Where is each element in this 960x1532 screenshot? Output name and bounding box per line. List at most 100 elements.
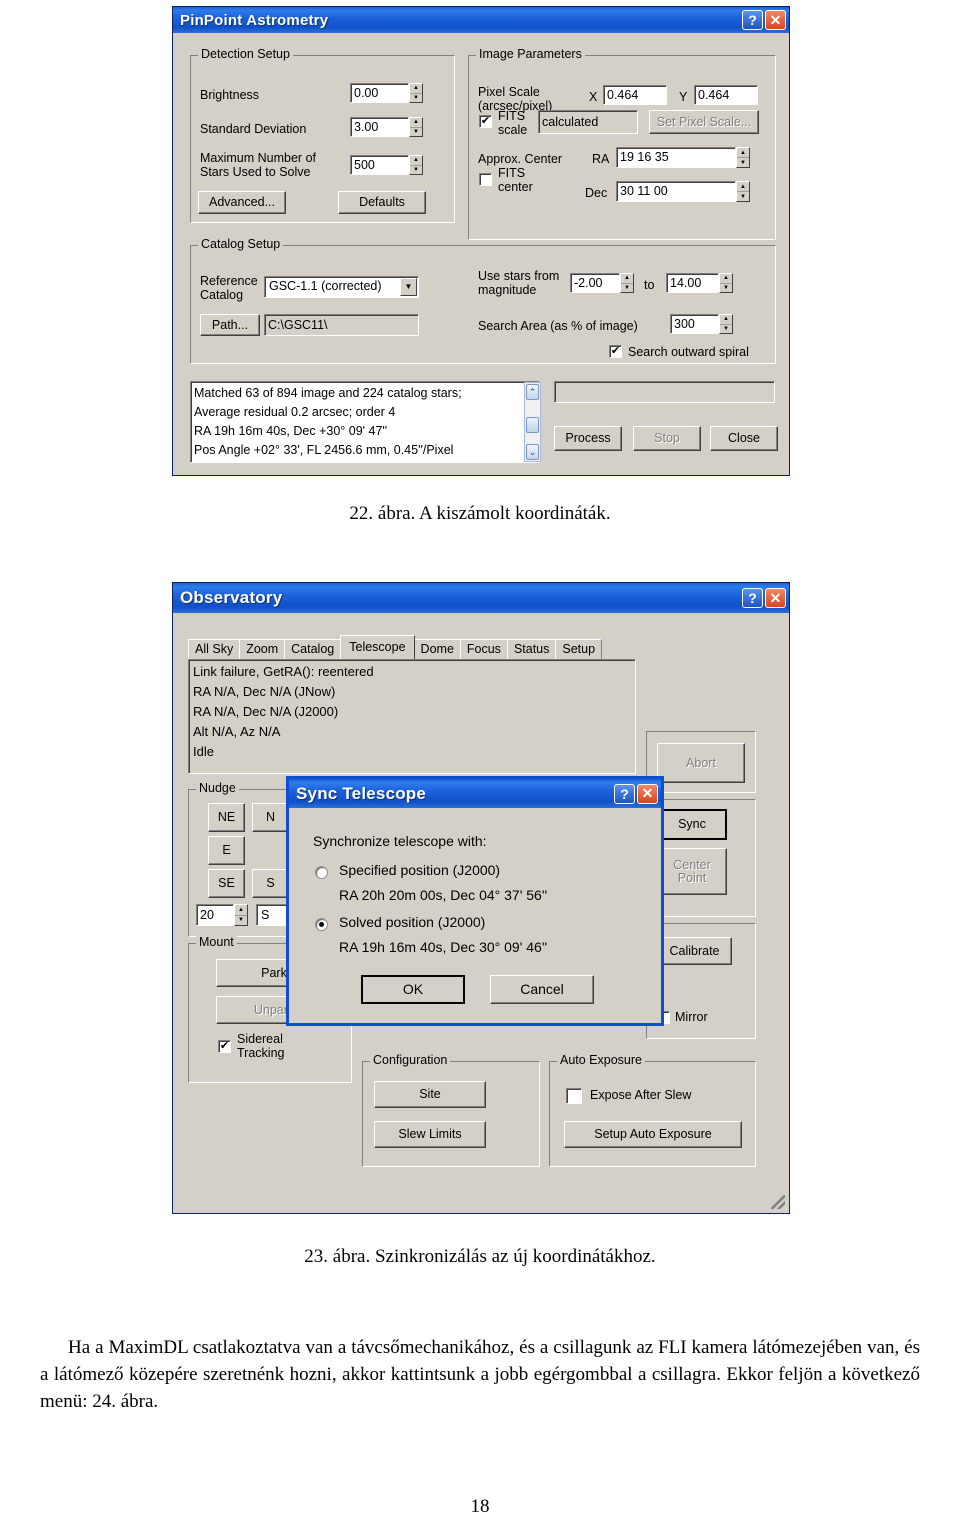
path-button[interactable]: Path... bbox=[200, 314, 260, 336]
search-area-spinner[interactable]: ▲ ▼ bbox=[719, 314, 733, 334]
scroll-up-icon[interactable]: ⌃ bbox=[526, 384, 539, 400]
chevron-down-icon[interactable]: ▼ bbox=[400, 278, 417, 296]
brightness-spinner[interactable]: ▲ ▼ bbox=[409, 83, 423, 103]
magnitude-to-spinner[interactable]: ▲ ▼ bbox=[719, 273, 733, 293]
close-button[interactable]: Close bbox=[710, 426, 778, 451]
spinner-down-icon[interactable]: ▼ bbox=[621, 284, 633, 293]
close-icon[interactable]: ✕ bbox=[637, 783, 658, 804]
sync-telescope-titlebar[interactable]: Sync Telescope ? ✕ bbox=[289, 779, 661, 808]
help-icon[interactable]: ? bbox=[614, 783, 635, 804]
max-stars-input[interactable]: 500 bbox=[350, 155, 409, 175]
help-icon[interactable]: ? bbox=[742, 10, 763, 30]
result-line: Pos Angle +02° 33', FL 2456.6 mm, 0.45''… bbox=[194, 443, 454, 457]
spinner-up-icon[interactable]: ▲ bbox=[410, 156, 422, 166]
spinner-down-icon[interactable]: ▼ bbox=[720, 284, 732, 293]
spinner-down-icon[interactable]: ▼ bbox=[720, 325, 732, 334]
tab-setup[interactable]: Setup bbox=[555, 639, 603, 659]
results-listbox[interactable]: Matched 63 of 894 image and 224 catalog … bbox=[190, 381, 540, 463]
abort-button[interactable]: Abort bbox=[657, 743, 745, 783]
tab-zoom[interactable]: Zoom bbox=[239, 639, 286, 659]
nudge-s-button[interactable]: S bbox=[252, 869, 289, 898]
spinner-down-icon[interactable]: ▼ bbox=[410, 166, 422, 175]
ra-input[interactable]: 19 16 35 bbox=[616, 147, 736, 168]
standard-deviation-spinner[interactable]: ▲ ▼ bbox=[409, 117, 423, 137]
sidereal-tracking-checkbox[interactable]: ✔ bbox=[218, 1040, 231, 1053]
scrollbar-thumb[interactable] bbox=[526, 417, 539, 433]
reference-catalog-select[interactable]: GSC-1.1 (corrected) ▼ bbox=[264, 276, 419, 298]
spinner-up-icon[interactable]: ▲ bbox=[410, 118, 422, 128]
ok-button[interactable]: OK bbox=[361, 975, 465, 1004]
close-icon[interactable]: ✕ bbox=[765, 588, 786, 608]
nudge-se-button[interactable]: SE bbox=[208, 869, 245, 898]
spinner-down-icon[interactable]: ▼ bbox=[410, 94, 422, 103]
help-icon[interactable]: ? bbox=[742, 588, 763, 608]
tab-catalog[interactable]: Catalog bbox=[284, 639, 342, 659]
specified-position-radio[interactable] bbox=[315, 866, 328, 879]
center-point-button[interactable]: Center Point bbox=[657, 848, 727, 895]
tab-telescope[interactable]: Telescope bbox=[340, 635, 415, 659]
observatory-titlebar[interactable]: Observatory ? ✕ bbox=[173, 583, 789, 613]
spinner-up-icon[interactable]: ▲ bbox=[621, 274, 633, 284]
search-area-input[interactable]: 300 bbox=[670, 314, 719, 334]
result-line: RA 19h 16m 40s, Dec +30° 09' 47'' bbox=[194, 424, 388, 438]
dec-label: Dec bbox=[585, 186, 608, 200]
nudge-ne-button[interactable]: NE bbox=[208, 803, 245, 832]
cancel-button[interactable]: Cancel bbox=[490, 975, 594, 1004]
nudge-n-button[interactable]: N bbox=[252, 803, 289, 832]
figure-caption-22: 22. ábra. A kiszámolt koordináták. bbox=[349, 503, 611, 524]
telescope-status-list[interactable]: Link failure, GetRA(): reentered RA N/A,… bbox=[188, 659, 636, 774]
calibrate-button[interactable]: Calibrate bbox=[657, 937, 732, 965]
close-icon[interactable]: ✕ bbox=[765, 10, 786, 30]
magnitude-from-spinner[interactable]: ▲ ▼ bbox=[620, 273, 634, 293]
site-button[interactable]: Site bbox=[374, 1081, 486, 1108]
sync-button[interactable]: Sync bbox=[657, 809, 727, 840]
max-stars-spinner[interactable]: ▲ ▼ bbox=[409, 155, 423, 175]
magnitude-from-input[interactable]: -2.00 bbox=[570, 273, 620, 293]
fits-center-checkbox[interactable] bbox=[479, 173, 492, 186]
brightness-label: Brightness bbox=[200, 88, 260, 102]
nudge-e-button[interactable]: E bbox=[208, 836, 245, 865]
scroll-down-icon[interactable]: ⌄ bbox=[526, 444, 539, 460]
resize-grip[interactable] bbox=[771, 1195, 785, 1209]
dec-spinner[interactable]: ▲ ▼ bbox=[736, 181, 750, 202]
spinner-up-icon[interactable]: ▲ bbox=[235, 905, 247, 916]
brightness-input[interactable]: 0.00 bbox=[350, 83, 409, 103]
status-line: RA N/A, Dec N/A (JNow) bbox=[193, 684, 336, 699]
spinner-down-icon[interactable]: ▼ bbox=[410, 128, 422, 137]
spinner-up-icon[interactable]: ▲ bbox=[410, 84, 422, 94]
expose-after-slew-checkbox[interactable] bbox=[566, 1088, 582, 1104]
results-scrollbar[interactable]: ⌃ ⌄ bbox=[524, 382, 541, 462]
pixel-scale-y-input[interactable]: 0.464 bbox=[694, 85, 758, 105]
search-outward-spiral-checkbox[interactable]: ✔ bbox=[609, 345, 622, 358]
nudge-amount-spinner[interactable]: ▲ ▼ bbox=[234, 904, 248, 926]
spinner-up-icon[interactable]: ▲ bbox=[737, 148, 749, 158]
spinner-down-icon[interactable]: ▼ bbox=[235, 916, 247, 926]
slew-limits-button[interactable]: Slew Limits bbox=[374, 1121, 486, 1148]
nudge-amount-input[interactable]: 20 bbox=[196, 904, 234, 926]
setup-auto-exposure-button[interactable]: Setup Auto Exposure bbox=[564, 1121, 742, 1148]
stop-button[interactable]: Stop bbox=[633, 426, 701, 451]
spinner-up-icon[interactable]: ▲ bbox=[720, 274, 732, 284]
defaults-button[interactable]: Defaults bbox=[338, 191, 426, 214]
spinner-up-icon[interactable]: ▲ bbox=[720, 315, 732, 325]
tab-focus[interactable]: Focus bbox=[459, 639, 508, 659]
pixel-scale-x-input[interactable]: 0.464 bbox=[603, 85, 667, 105]
standard-deviation-input[interactable]: 3.00 bbox=[350, 117, 409, 137]
solved-position-radio[interactable] bbox=[315, 918, 328, 931]
tab-status[interactable]: Status bbox=[506, 639, 557, 659]
spinner-down-icon[interactable]: ▼ bbox=[737, 192, 749, 201]
magnitude-to-input[interactable]: 14.00 bbox=[666, 273, 719, 293]
fits-scale-checkbox[interactable]: ✔ bbox=[479, 115, 492, 128]
auto-exposure-group: Auto Exposure bbox=[549, 1053, 756, 1167]
process-button[interactable]: Process bbox=[554, 426, 622, 451]
ra-spinner[interactable]: ▲ ▼ bbox=[736, 147, 750, 168]
spinner-up-icon[interactable]: ▲ bbox=[737, 182, 749, 192]
pinpoint-titlebar[interactable]: PinPoint Astrometry ? ✕ bbox=[173, 7, 789, 33]
tab-all-sky[interactable]: All Sky bbox=[188, 639, 241, 659]
mirror-label: Mirror bbox=[675, 1010, 708, 1024]
spinner-down-icon[interactable]: ▼ bbox=[737, 158, 749, 167]
set-pixel-scale-button[interactable]: Set Pixel Scale... bbox=[649, 110, 759, 134]
tab-dome[interactable]: Dome bbox=[413, 639, 461, 659]
dec-input[interactable]: 30 11 00 bbox=[616, 181, 736, 202]
advanced-button[interactable]: Advanced... bbox=[198, 191, 286, 214]
